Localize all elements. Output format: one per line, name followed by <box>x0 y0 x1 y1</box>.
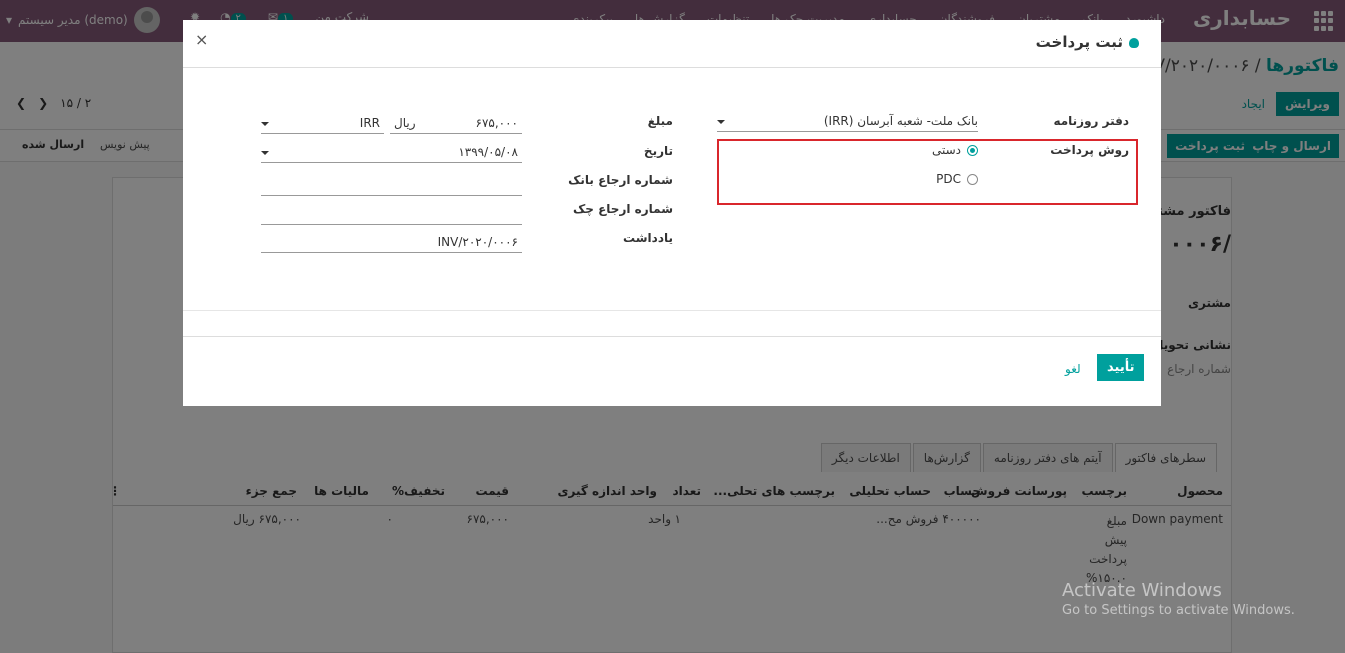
date-input[interactable]: ۱۳۹۹/۰۵/۰۸ <box>261 143 522 163</box>
dialog-header: ثبت پرداخت × <box>183 20 1161 68</box>
dialog-body: دفتر روزنامه بانک ملت- شعبه آبرسان (IRR)… <box>183 68 1161 336</box>
journal-select[interactable]: بانک ملت- شعبه آبرسان (IRR) <box>717 112 978 132</box>
watermark-line-1: Activate Windows <box>1062 580 1222 601</box>
date-label: تاریخ <box>643 144 673 158</box>
check-reference-input[interactable] <box>261 205 522 225</box>
bug-icon <box>1129 37 1139 48</box>
amount-input[interactable]: ۶۷۵,۰۰۰ ریال <box>390 114 522 134</box>
payment-method-highlight <box>717 139 1138 205</box>
chevron-down-icon <box>717 120 725 124</box>
memo-label: یادداشت <box>623 231 673 245</box>
dialog-title: ثبت پرداخت <box>1036 33 1139 51</box>
currency-select[interactable]: IRR <box>261 114 384 134</box>
bank-reference-label: شماره ارجاع بانک <box>568 173 673 187</box>
body-divider <box>183 310 1161 311</box>
amount-label: مبلغ <box>647 114 673 128</box>
memo-input[interactable]: INV/۲۰۲۰/۰۰۰۶ <box>261 233 522 253</box>
journal-label: دفتر روزنامه <box>1053 114 1129 128</box>
close-icon[interactable]: × <box>195 30 208 49</box>
dialog-footer <box>183 336 1161 406</box>
register-payment-dialog: ثبت پرداخت × دفتر روزنامه بانک ملت- شعبه… <box>183 20 1161 406</box>
chevron-down-icon <box>261 151 269 155</box>
windows-activation-watermark: Activate Windows Go to Settings to activ… <box>1062 580 1295 618</box>
memo-value: INV/۲۰۲۰/۰۰۰۶ <box>437 235 518 249</box>
date-value: ۱۳۹۹/۰۵/۰۸ <box>458 145 518 159</box>
currency-code: IRR <box>359 116 380 130</box>
journal-value: بانک ملت- شعبه آبرسان (IRR) <box>823 114 978 128</box>
amount-value: ۶۷۵,۰۰۰ <box>475 116 519 130</box>
bank-reference-input[interactable] <box>261 176 522 196</box>
check-reference-label: شماره ارجاع چک <box>572 202 673 216</box>
confirm-button[interactable]: تأیید <box>1097 354 1145 381</box>
watermark-line-2: Go to Settings to activate Windows. <box>1062 603 1295 618</box>
dialog-title-text: ثبت پرداخت <box>1035 33 1123 51</box>
currency-symbol: ریال <box>394 116 416 130</box>
chevron-down-icon <box>261 122 269 126</box>
cancel-button[interactable]: لغو <box>1065 362 1081 376</box>
